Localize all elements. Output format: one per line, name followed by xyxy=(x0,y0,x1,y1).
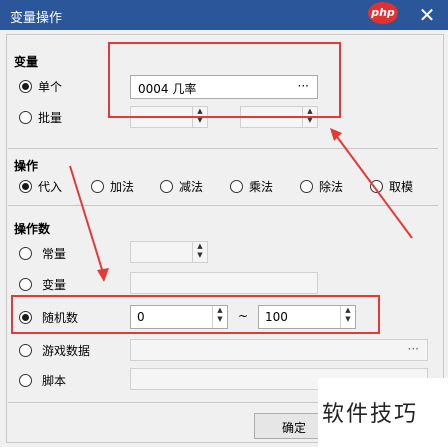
watermark-text: 软件技巧 xyxy=(322,402,419,427)
arrow-head-variable xyxy=(330,128,342,141)
arrow-to-variable xyxy=(334,133,413,239)
arrow-head-random xyxy=(97,268,109,282)
arrow-to-random xyxy=(69,165,105,277)
watermark: 软件技巧 xyxy=(318,378,448,447)
